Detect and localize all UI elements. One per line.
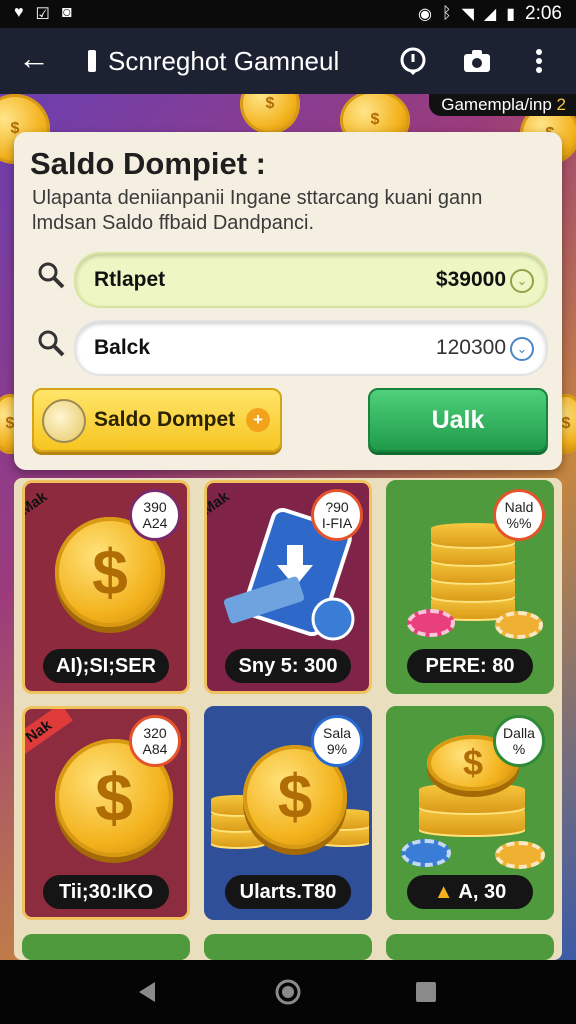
card-price: Sny 5: 300 — [225, 649, 351, 683]
row-label: Balck — [94, 336, 151, 359]
chip-icon — [495, 611, 543, 639]
price-badge: Nald%% — [493, 489, 545, 541]
chevron-down-icon[interactable]: ⌄ — [510, 337, 534, 361]
row-value: $39000 — [435, 268, 506, 291]
chip-icon — [401, 839, 451, 867]
product-card[interactable] — [22, 934, 190, 960]
nav-recents-icon[interactable] — [410, 976, 442, 1008]
coin-icon — [42, 399, 86, 443]
ribbon-label: Nak — [25, 709, 73, 760]
product-card[interactable]: Mak ?90 I-FIA Sny 5: 300 — [204, 480, 372, 694]
wallet-description: Ulapanta deniianpanii Ingane sttarcang k… — [32, 187, 483, 234]
wallet-title: Saldo Dompiet : — [30, 146, 266, 181]
nav-home-icon[interactable] — [272, 976, 304, 1008]
alarm-icon: ◉ — [418, 6, 432, 23]
card-price: Tii;30:IKO — [43, 875, 169, 909]
wifi-icon: ◥ — [461, 6, 474, 23]
card-price: PERE: 80 — [407, 649, 533, 683]
system-nav-bar — [0, 960, 576, 1024]
row-label: Rtlapet — [94, 268, 166, 291]
ribbon-label: Mak — [22, 488, 51, 519]
signal-icon: ◢ — [483, 6, 497, 23]
card-price: AI);SI;SER — [43, 649, 169, 683]
product-card[interactable]: $ Mak 390 A24 AI);SI;SER — [22, 480, 190, 694]
search-icon — [36, 260, 66, 297]
circle-notification-icon: ◙ — [61, 4, 72, 21]
product-card[interactable]: $ Nak 320 A84 Tii;30:IKO — [22, 706, 190, 920]
product-card[interactable] — [204, 934, 372, 960]
product-card[interactable]: $ Dalla% ▲ A, 30 — [386, 706, 554, 920]
price-badge: 390 A24 — [129, 489, 181, 541]
status-bar: ♥ ☑ ◙ ◉ ᛒ ◥ ◢ ▮ 2:06 — [0, 0, 576, 28]
product-card[interactable] — [386, 934, 554, 960]
plus-icon: + — [246, 408, 270, 432]
product-card[interactable]: $ Sala 9% Ularts.T80 — [204, 706, 372, 920]
card-price: Ularts.T80 — [225, 875, 351, 909]
row-value: 120300 — [435, 336, 506, 359]
ualk-button[interactable]: Ualk — [368, 388, 548, 452]
checkbox-icon: ☑ — [35, 6, 50, 23]
price-badge: 320 A84 — [129, 715, 181, 767]
coin-icon: $ — [240, 94, 300, 134]
arrow-left-icon[interactable]: ← — [18, 42, 50, 74]
wallet-row-rtlapet[interactable]: Rtlapet $39000 ⌄ — [74, 252, 548, 308]
card-price: ▲ A, 30 — [407, 875, 533, 909]
product-grid: $ Mak 390 A24 AI);SI;SER Mak ?90 I-FIA Sny… — [14, 478, 562, 960]
heart-icon: ♥ — [14, 4, 24, 21]
price-badge: Sala 9% — [311, 715, 363, 767]
chip-icon — [407, 609, 455, 637]
product-card[interactable]: Nald%% PERE: 80 — [386, 480, 554, 694]
more-vert-icon[interactable] — [522, 44, 556, 78]
price-badge: ?90 I-FIA — [311, 489, 363, 541]
battery-icon: ▮ — [506, 6, 516, 23]
price-badge: Dalla% — [493, 715, 545, 767]
bluetooth-icon: ᛒ — [441, 5, 452, 22]
title-mark — [88, 50, 96, 72]
chevron-down-icon[interactable]: ⌄ — [510, 269, 534, 293]
camera-icon[interactable] — [460, 44, 494, 78]
status-time: 2:06 — [525, 3, 562, 24]
wallet-row-balck[interactable]: Balck 120300 ⌄ — [74, 320, 548, 376]
nav-back-icon[interactable] — [130, 976, 162, 1008]
game-pill: Gamempla/inp 2 — [429, 94, 576, 116]
saldo-dompet-button[interactable]: Saldo Dompet + — [32, 388, 282, 452]
info-icon[interactable] — [396, 44, 430, 78]
chip-icon — [495, 841, 545, 869]
app-bar: ← Scnreghot Gamneul — [0, 28, 576, 94]
search-icon — [36, 328, 66, 365]
page-title: Scnreghot Gamneul — [108, 46, 340, 76]
wallet-panel: Saldo Dompiet : Ulapanta deniianpanii In… — [14, 132, 562, 470]
ticket-icon: ▲ — [433, 881, 454, 903]
